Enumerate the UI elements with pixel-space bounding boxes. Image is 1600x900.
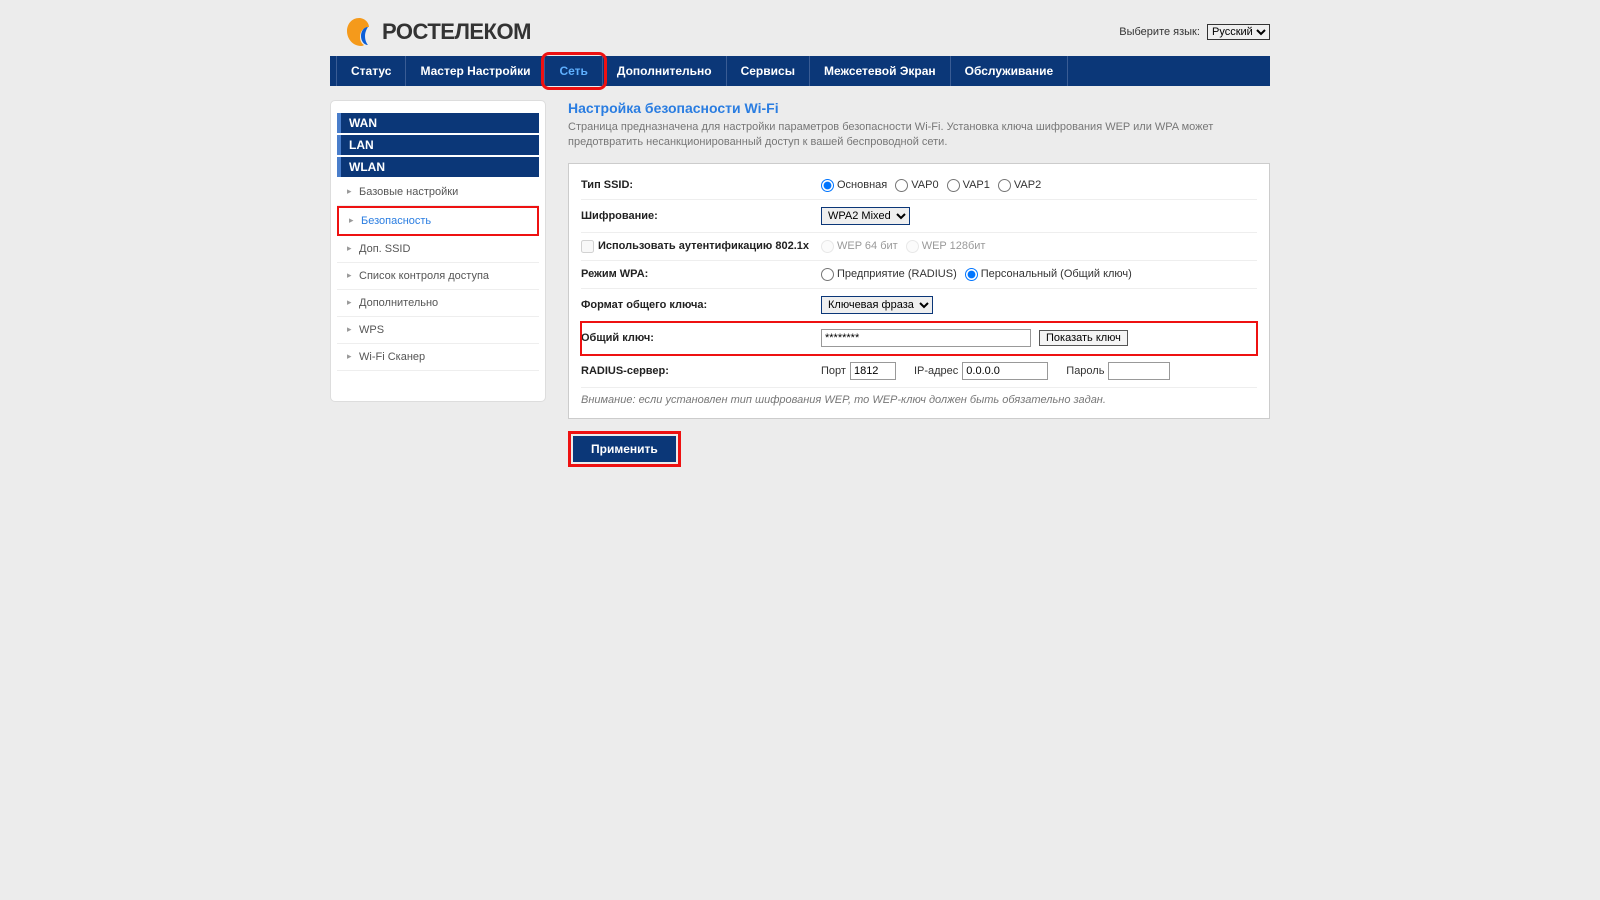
psk-format-select[interactable]: Ключевая фраза	[821, 296, 933, 314]
wpa-personal-radio[interactable]	[965, 268, 978, 281]
row-ssid-type: Тип SSID: Основная VAP0 VAP1 VAP2	[581, 172, 1257, 200]
logo-icon	[342, 15, 376, 49]
highlight-apply: Применить	[568, 431, 681, 467]
psk-format-label: Формат общего ключа:	[581, 299, 821, 311]
row-psk-key: Общий ключ: Показать ключ	[581, 322, 1257, 355]
brand-logo: РОСТЕЛЕКОМ	[342, 15, 531, 49]
radius-port-label: Порт	[821, 365, 846, 377]
wpa-mode-label: Режим WPA:	[581, 268, 821, 280]
wep-note: Внимание: если установлен тип шифрования…	[581, 388, 1257, 408]
psk-label: Общий ключ:	[581, 332, 821, 344]
language-selector: Выберите язык: Русский	[1119, 24, 1270, 40]
encryption-select[interactable]: WPA2 Mixed	[821, 207, 910, 225]
row-wpa-mode: Режим WPA: Предприятие (RADIUS) Персонал…	[581, 261, 1257, 289]
radius-pass-label: Пароль	[1066, 365, 1104, 377]
sidebar-security[interactable]: Безопасность	[337, 206, 539, 236]
ssid-vap2-option[interactable]: VAP2	[998, 179, 1041, 192]
main-nav: Статус Мастер Настройки Сеть Дополнитель…	[330, 56, 1270, 86]
sidebar-acl[interactable]: Список контроля доступа	[337, 263, 539, 290]
ssid-vap2-radio[interactable]	[998, 179, 1011, 192]
radius-ip-input[interactable]	[962, 362, 1048, 380]
nav-firewall[interactable]: Межсетевой Экран	[810, 56, 951, 86]
sidebar-wps[interactable]: WPS	[337, 317, 539, 344]
use-8021x-checkbox	[581, 240, 594, 253]
sidebar: WAN LAN WLAN Базовые настройки Безопасно…	[330, 100, 546, 402]
nav-network[interactable]: Сеть	[545, 56, 602, 86]
radius-pass-input[interactable]	[1108, 362, 1170, 380]
ssid-type-label: Тип SSID:	[581, 179, 821, 191]
use-8021x-label: Использовать аутентификацию 802.1x	[598, 240, 809, 252]
radius-label: RADIUS-сервер:	[581, 365, 821, 377]
sidebar-lan[interactable]: LAN	[337, 135, 539, 155]
sidebar-basic[interactable]: Базовые настройки	[337, 179, 539, 206]
radius-ip-label: IP-адрес	[914, 365, 958, 377]
wpa-enterprise-option[interactable]: Предприятие (RADIUS)	[821, 268, 957, 281]
radius-port-input[interactable]	[850, 362, 896, 380]
settings-panel: Тип SSID: Основная VAP0 VAP1 VAP2 Шифров…	[568, 163, 1270, 419]
wpa-enterprise-radio[interactable]	[821, 268, 834, 281]
ssid-vap0-option[interactable]: VAP0	[895, 179, 938, 192]
ssid-vap0-radio[interactable]	[895, 179, 908, 192]
language-select[interactable]: Русский	[1207, 24, 1270, 40]
wep128-radio	[906, 240, 919, 253]
brand-text: РОСТЕЛЕКОМ	[382, 19, 531, 45]
nav-wizard[interactable]: Мастер Настройки	[406, 56, 545, 86]
nav-status[interactable]: Статус	[336, 56, 406, 86]
wpa-personal-option[interactable]: Персональный (Общий ключ)	[965, 268, 1132, 281]
sidebar-wlan[interactable]: WLAN	[337, 157, 539, 177]
language-label: Выберите язык:	[1119, 26, 1200, 38]
ssid-main-option[interactable]: Основная	[821, 179, 887, 192]
show-key-button[interactable]: Показать ключ	[1039, 330, 1128, 346]
ssid-vap1-option[interactable]: VAP1	[947, 179, 990, 192]
row-psk-format: Формат общего ключа: Ключевая фраза	[581, 289, 1257, 322]
row-radius: RADIUS-сервер: Порт IP-адрес Пароль	[581, 355, 1257, 388]
page-title: Настройка безопасности Wi-Fi	[568, 100, 1270, 116]
encryption-label: Шифрование:	[581, 210, 821, 222]
sidebar-mssid[interactable]: Доп. SSID	[337, 236, 539, 263]
apply-button[interactable]: Применить	[573, 436, 676, 462]
nav-services[interactable]: Сервисы	[727, 56, 810, 86]
wep64-radio	[821, 240, 834, 253]
row-encryption: Шифрование: WPA2 Mixed	[581, 200, 1257, 233]
sidebar-scanner[interactable]: Wi-Fi Сканер	[337, 344, 539, 371]
sidebar-advanced[interactable]: Дополнительно	[337, 290, 539, 317]
ssid-vap1-radio[interactable]	[947, 179, 960, 192]
wep64-option: WEP 64 бит	[821, 240, 898, 253]
page-description: Страница предназначена для настройки пар…	[568, 120, 1270, 151]
ssid-main-radio[interactable]	[821, 179, 834, 192]
psk-input[interactable]	[821, 329, 1031, 347]
row-8021x: Использовать аутентификацию 802.1x WEP 6…	[581, 233, 1257, 261]
nav-maintenance[interactable]: Обслуживание	[951, 56, 1069, 86]
nav-advanced[interactable]: Дополнительно	[603, 56, 727, 86]
sidebar-wan[interactable]: WAN	[337, 113, 539, 133]
wep128-option: WEP 128бит	[906, 240, 986, 253]
